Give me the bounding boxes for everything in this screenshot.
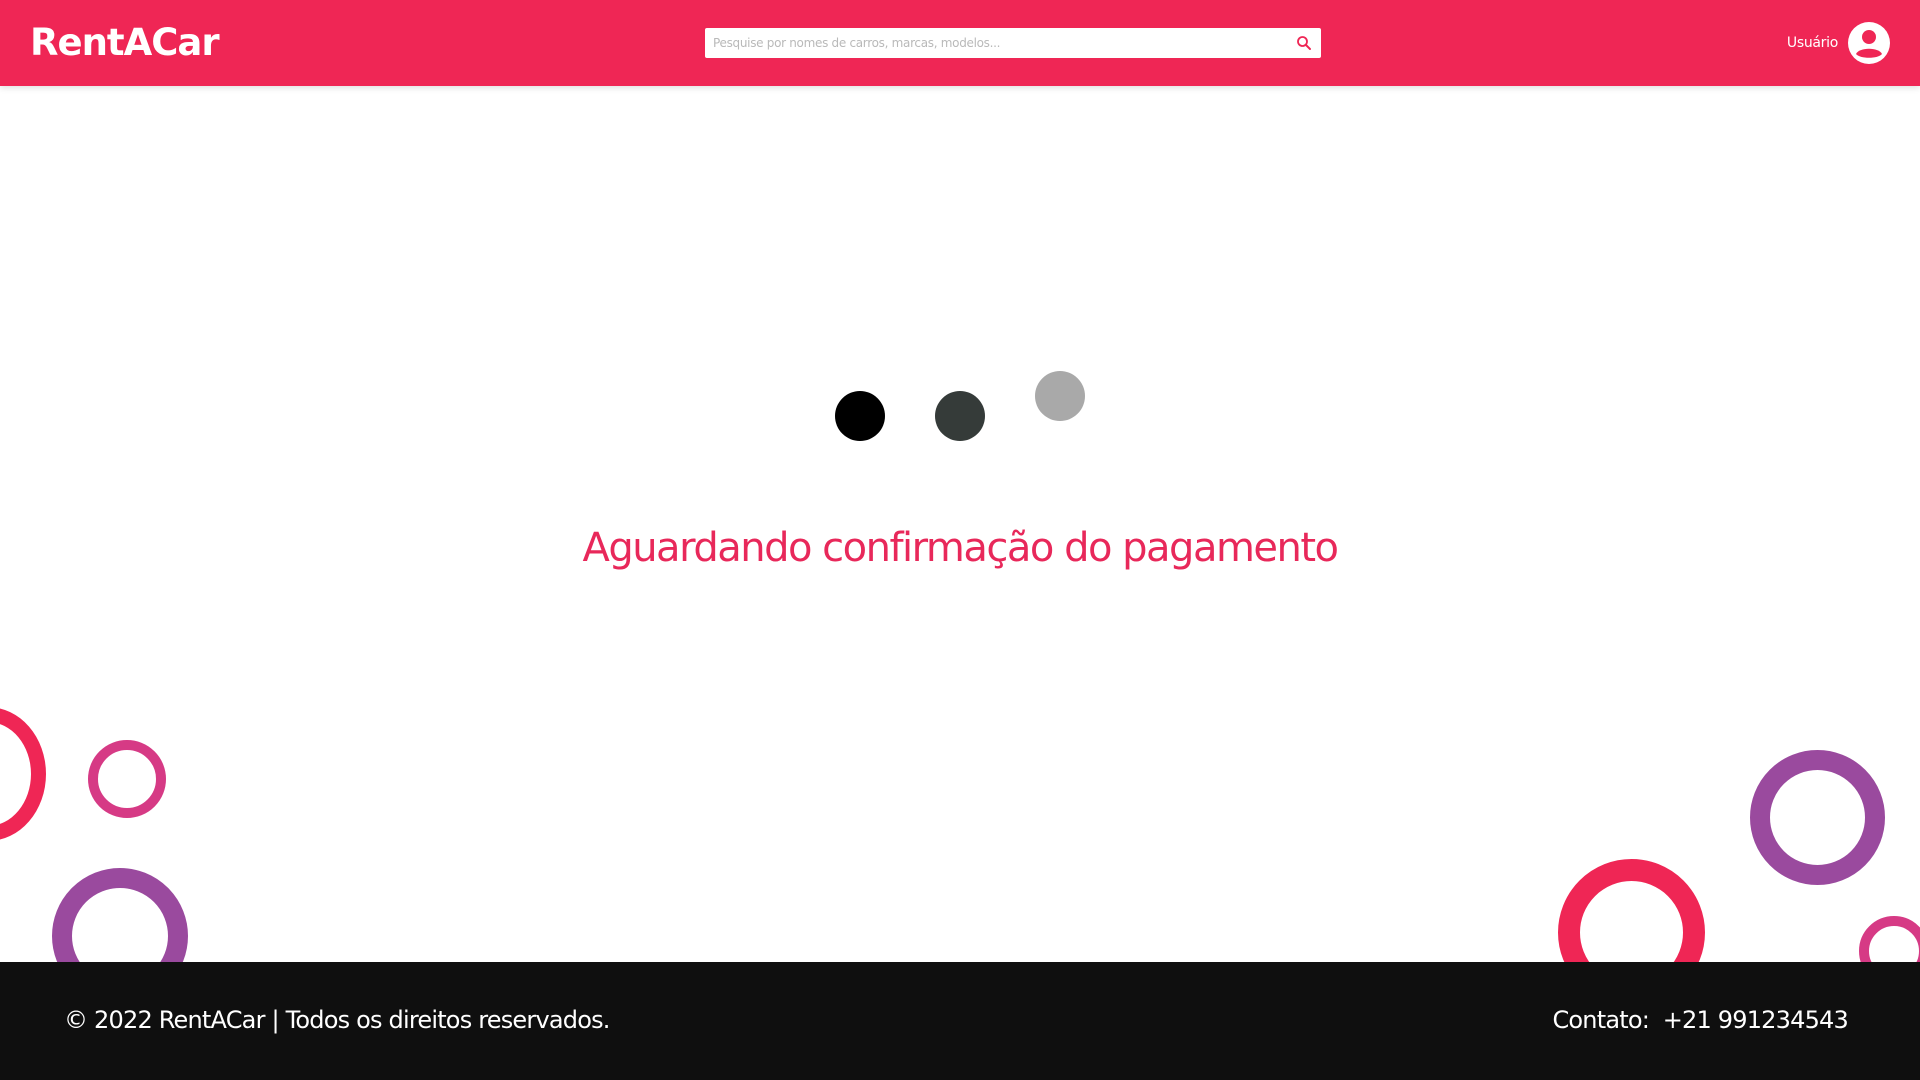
- contact-info: Contato: +21 991234543: [1552, 1002, 1848, 1038]
- footer: © 2022 RentACar | Todos os direitos rese…: [0, 962, 1920, 1080]
- contact-phone[interactable]: +21 991234543: [1663, 1006, 1849, 1034]
- search-bar: [705, 28, 1321, 58]
- copyright-text: © 2022 RentACar | Todos os direitos rese…: [64, 1006, 610, 1034]
- decorative-ring-purple-right: [1750, 750, 1885, 885]
- decorative-ring-red-left: [0, 707, 46, 841]
- payment-status-message: Aguardando confirmação do pagamento: [582, 525, 1339, 571]
- loader-dot-2: [935, 391, 985, 441]
- brand-logo[interactable]: RentACar: [30, 18, 220, 68]
- page: RentACar Usuário Aguardando confirmação …: [0, 0, 1920, 1080]
- user-menu[interactable]: Usuário: [1787, 22, 1890, 64]
- account-circle-icon[interactable]: [1848, 22, 1890, 64]
- loader-dot-1: [835, 391, 885, 441]
- contact-label: Contato:: [1552, 1006, 1650, 1034]
- search-input[interactable]: [705, 28, 1273, 58]
- decorative-ring-magenta-left: [88, 740, 166, 818]
- loader-dot-3: [1035, 371, 1085, 421]
- user-label: Usuário: [1786, 35, 1838, 51]
- top-navbar: RentACar Usuário: [0, 0, 1920, 86]
- search-icon[interactable]: [1295, 34, 1313, 52]
